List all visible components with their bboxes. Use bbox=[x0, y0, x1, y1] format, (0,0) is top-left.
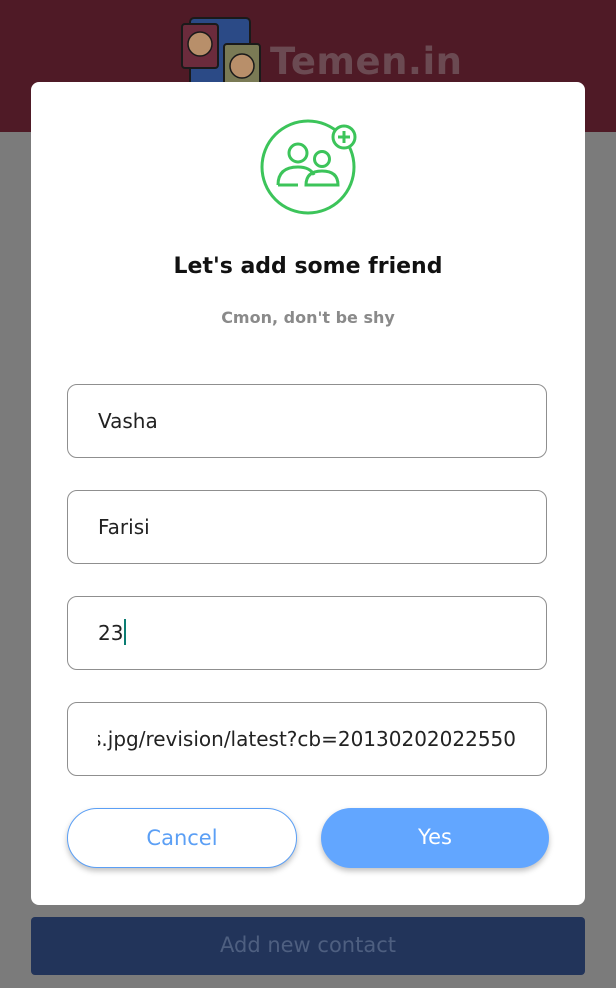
cancel-button[interactable]: Cancel bbox=[67, 808, 297, 868]
age-value: 23 bbox=[98, 597, 127, 669]
add-new-contact-button[interactable]: Add new contact bbox=[31, 917, 585, 975]
first-name-field[interactable]: Vasha bbox=[67, 384, 547, 458]
photo-url-value: https://static.wikia.nocookie.net/pengui… bbox=[98, 703, 516, 775]
photo-url-text: https://static.wikia.nocookie.net/pengui… bbox=[98, 727, 516, 751]
age-field[interactable]: 23 bbox=[67, 596, 547, 670]
app-name: Temen.in bbox=[270, 40, 463, 83]
yes-button[interactable]: Yes bbox=[321, 808, 549, 868]
add-friend-dialog: Let's add some friend Cmon, don't be shy… bbox=[31, 82, 585, 905]
dialog-title: Let's add some friend bbox=[173, 254, 443, 279]
dialog-subtitle: Cmon, don't be shy bbox=[221, 308, 395, 327]
add-friends-icon bbox=[260, 119, 357, 215]
last-name-field[interactable]: Farisi bbox=[67, 490, 547, 564]
photo-url-field[interactable]: https://static.wikia.nocookie.net/pengui… bbox=[67, 702, 547, 776]
first-name-value: Vasha bbox=[98, 409, 158, 433]
text-caret bbox=[124, 619, 127, 645]
last-name-value: Farisi bbox=[98, 515, 150, 539]
age-text: 23 bbox=[98, 621, 124, 645]
